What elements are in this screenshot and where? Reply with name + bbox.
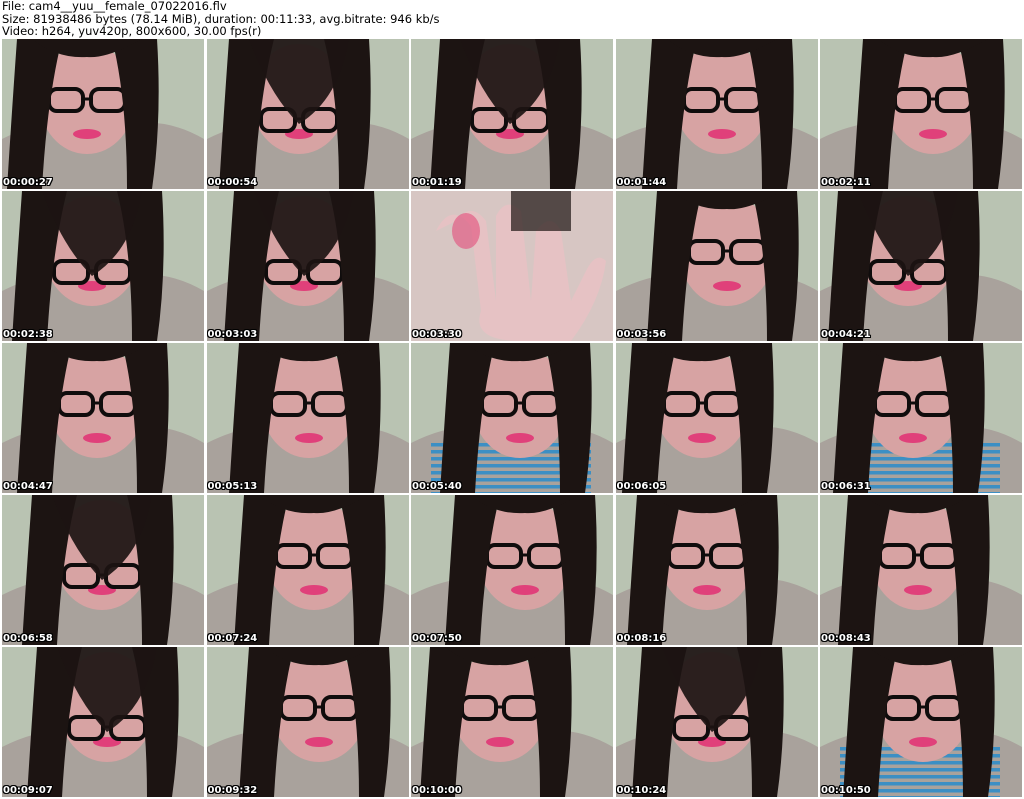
video-thumbnail: 00:10:24 <box>615 647 818 797</box>
thumbnail-image <box>411 495 613 645</box>
video-thumbnail: 00:10:00 <box>411 647 613 797</box>
thumbnail-image <box>615 647 818 797</box>
video-thumbnail: 00:04:21 <box>820 191 1022 341</box>
timestamp-label: 00:00:27 <box>3 177 53 188</box>
timestamp-label: 00:03:30 <box>412 329 462 340</box>
thumbnail-image <box>206 343 409 493</box>
timestamp-label: 00:08:43 <box>821 633 871 644</box>
timestamp-label: 00:10:00 <box>412 785 462 796</box>
timestamp-label: 00:09:07 <box>3 785 53 796</box>
timestamp-label: 00:07:24 <box>207 633 258 644</box>
thumbnail-image <box>206 647 409 797</box>
video-thumbnail: 00:01:19 <box>411 39 613 189</box>
thumbnail-grid: 00:00:27 00:00:54 00:01:19 00:01:44 00:02:11… <box>2 39 1022 797</box>
video-thumbnail: 00:00:27 <box>2 39 204 189</box>
timestamp-label: 00:03:03 <box>207 329 258 340</box>
timestamp-label: 00:09:32 <box>207 785 258 796</box>
video-thumbnail: 00:09:07 <box>2 647 204 797</box>
timestamp-label: 00:02:38 <box>3 329 53 340</box>
video-thumbnail: 00:00:54 <box>206 39 409 189</box>
thumbnail-image <box>2 647 204 797</box>
thumbnail-image <box>206 495 409 645</box>
timestamp-label: 00:10:50 <box>821 785 871 796</box>
thumbnail-image <box>615 495 818 645</box>
timestamp-label: 00:05:13 <box>207 481 258 492</box>
video-thumbnail: 00:03:03 <box>206 191 409 341</box>
timestamp-label: 00:06:05 <box>616 481 667 492</box>
thumbnail-image <box>411 39 613 189</box>
file-info-header: File: cam4__yuu__female_07022016.flv Siz… <box>2 0 1022 38</box>
timestamp-label: 00:07:50 <box>412 633 462 644</box>
video-thumbnail: 00:08:16 <box>615 495 818 645</box>
file-name-line: File: cam4__yuu__female_07022016.flv <box>2 0 227 13</box>
timestamp-label: 00:00:54 <box>207 177 258 188</box>
timestamp-label: 00:01:44 <box>616 177 667 188</box>
video-thumbnail: 00:08:43 <box>820 495 1022 645</box>
thumbnail-image <box>206 191 409 341</box>
video-thumbnail: 00:03:30 <box>411 191 613 341</box>
thumbnail-image <box>615 39 818 189</box>
video-thumbnail: 00:03:56 <box>615 191 818 341</box>
video-thumbnail: 00:07:50 <box>411 495 613 645</box>
thumbnail-image <box>206 39 409 189</box>
video-thumbnail: 00:02:11 <box>820 39 1022 189</box>
video-thumbnail: 00:05:13 <box>206 343 409 493</box>
thumbnail-image <box>820 191 1022 341</box>
video-thumbnail: 00:01:44 <box>615 39 818 189</box>
timestamp-label: 00:08:16 <box>616 633 667 644</box>
timestamp-label: 00:06:58 <box>3 633 53 644</box>
thumbnail-image <box>820 647 1022 797</box>
timestamp-label: 00:03:56 <box>616 329 667 340</box>
thumbnail-image <box>2 191 204 341</box>
thumbnail-image <box>2 343 204 493</box>
thumbnail-image <box>615 191 818 341</box>
video-thumbnail: 00:04:47 <box>2 343 204 493</box>
thumbnail-image <box>411 191 613 341</box>
video-thumbnail: 00:05:40 <box>411 343 613 493</box>
thumbnail-image <box>820 495 1022 645</box>
video-thumbnail: 00:10:50 <box>820 647 1022 797</box>
thumbnail-image <box>411 647 613 797</box>
timestamp-label: 00:02:11 <box>821 177 871 188</box>
thumbnail-image <box>411 343 613 493</box>
thumbnail-image <box>820 39 1022 189</box>
thumbnail-image <box>2 39 204 189</box>
timestamp-label: 00:04:47 <box>3 481 53 492</box>
thumbnail-image <box>615 343 818 493</box>
video-thumbnail: 00:07:24 <box>206 495 409 645</box>
video-thumbnail: 00:06:31 <box>820 343 1022 493</box>
timestamp-label: 00:10:24 <box>616 785 667 796</box>
timestamp-label: 00:04:21 <box>821 329 871 340</box>
timestamp-label: 00:06:31 <box>821 481 871 492</box>
timestamp-label: 00:01:19 <box>412 177 462 188</box>
thumbnail-image <box>2 495 204 645</box>
video-thumbnail: 00:02:38 <box>2 191 204 341</box>
video-info-line: Video: h264, yuv420p, 800x600, 30.00 fps… <box>2 24 262 38</box>
video-thumbnail: 00:06:05 <box>615 343 818 493</box>
thumbnail-image <box>820 343 1022 493</box>
video-thumbnail: 00:09:32 <box>206 647 409 797</box>
timestamp-label: 00:05:40 <box>412 481 462 492</box>
video-thumbnail: 00:06:58 <box>2 495 204 645</box>
